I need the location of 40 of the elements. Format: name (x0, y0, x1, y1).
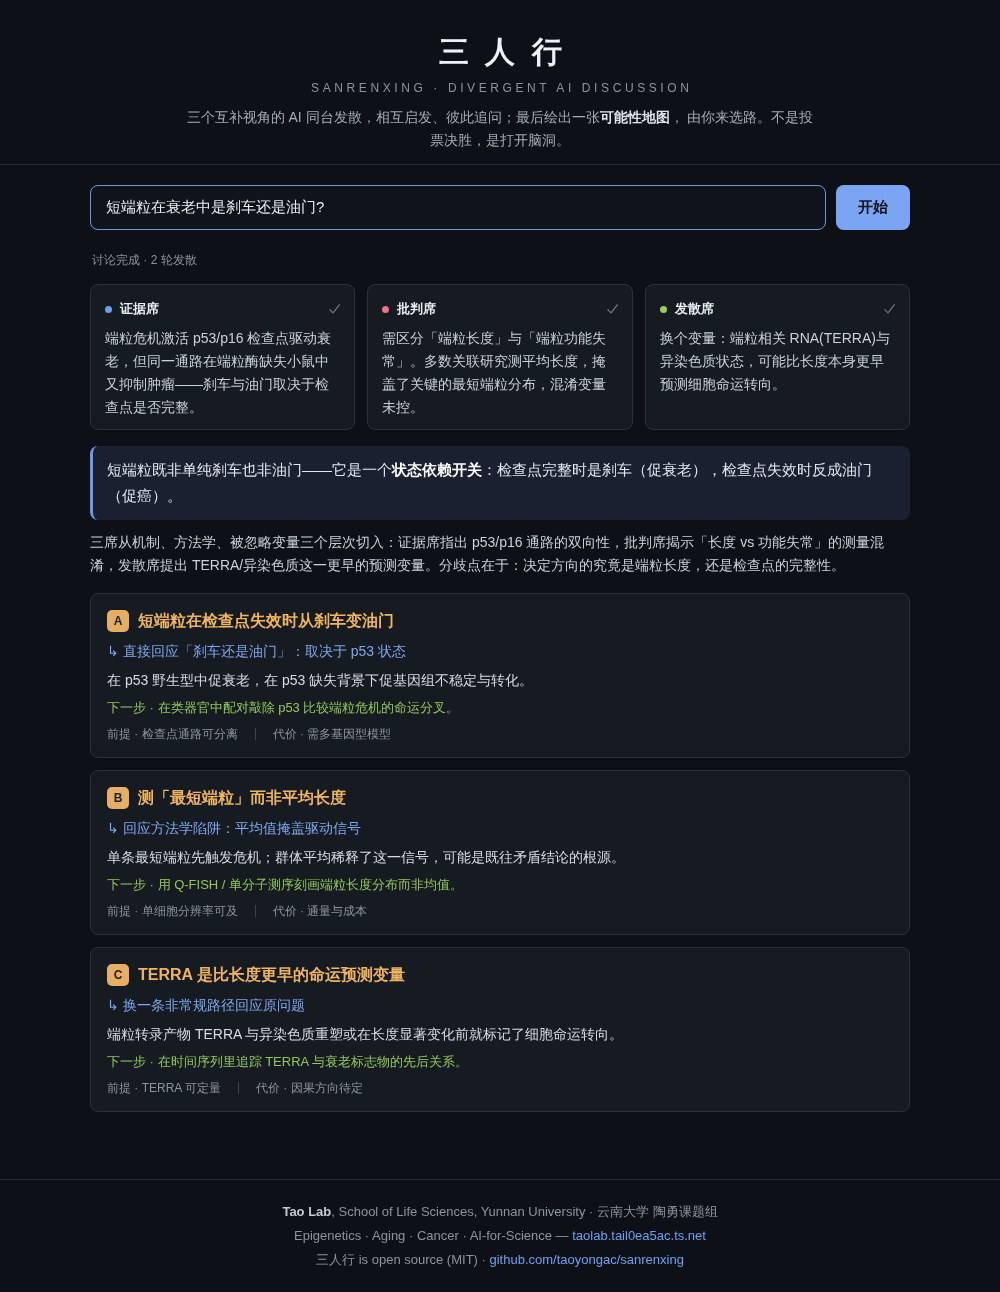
claim-text: 在 p53 野生型中促衰老，在 p53 缺失背景下促基因组不稳定与转化。 (107, 672, 534, 688)
seat-text: 需区分「端粒长度」与「端粒功能失常」。多数关联研究测平均长度，掩盖了关键的最短端粒分布，混淆变量未控。 (382, 329, 608, 417)
premise-text: 前提 · 单细胞分辨率可及 (107, 903, 238, 920)
next-step-text: 下一步 · 在时间序列里追踪 TERRA 与衰老标志物的先后关系。 (107, 1054, 469, 1069)
option-letter: B (107, 787, 129, 809)
option-title: 测「最短端粒」而非平均长度 (138, 788, 346, 808)
summary-text: 三席从机制、方法学、被忽略变量三个层次切入：证据席指出 p53/p16 通路的双向性，批判席揭示「长度 vs 功能失常」的测量混淆，发散席提出 TERRA/异染色质这一更早的预测变量。分歧点在于：决定方向的究竟是端粒长度，还是检查点的完整性。 (90, 533, 886, 575)
credit-text: Tao Lab, School of Life Sciences, Yunnan University · 云南大学 陶勇课题组 (282, 1204, 718, 1219)
site-link[interactable]: taolab.tail0ea5ac.ts.net (572, 1228, 706, 1243)
question-input[interactable]: 短端粒在衰老中是刹车还是油门? (90, 185, 826, 230)
next-step-text: 下一步 · 在类器官中配对敲除 p53 比较端粒危机的命运分叉。 (107, 700, 460, 715)
app-subtitle: SANRENXING · DIVERGENT AI DISCUSSION (310, 80, 693, 96)
seat-text: 换个变量：端粒相关 RNA(TERRA)与异染色质状态，可能比长度本身更早预测细胞命运转向。 (659, 329, 891, 394)
response-text: ↳ 直接回应「刹车还是油门」：取决于 p53 状态 (107, 643, 407, 659)
premise-text: 前提 · TERRA 可定量 (107, 1080, 221, 1097)
seat-name: 发散席 (674, 300, 714, 318)
seat-name: 批判席 (397, 300, 437, 318)
verdict-text: 短端粒既非单纯刹车也非油门——它是一个状态依赖开关：检查点完整时是刹车（促衰老），检查点失效时反成油门（促癌）。 (107, 460, 873, 506)
response-text: ↳ 换一条非常规路径回应原问题 (107, 997, 305, 1013)
seat-text: 端粒危机激活 p53/p16 检查点驱动衰老，但同一通路在端粒酶缺失小鼠中又抑制肿瘤——刹车与油门取决于检查点是否完整。 (105, 329, 333, 417)
option-letter: A (107, 610, 129, 632)
claim-text: 单条最短端粒先触发危机；群体平均稀释了这一信号，可能是既往矛盾结论的根源。 (107, 849, 625, 865)
seat-name: 证据席 (120, 300, 159, 318)
cost-text: 代价 · 因果方向待定 (256, 1080, 363, 1097)
claim-text: 端粒转录产物 TERRA 与异染色质重塑或在长度显著变化前就标记了细胞命运转向。 (107, 1026, 624, 1042)
next-step-text: 下一步 · 用 Q-FISH / 单分子测序刻画端粒长度分布而非均值。 (107, 877, 464, 892)
license-text: 三人行 is open source (MIT) · (316, 1252, 486, 1267)
status-text: 讨论完成 · 2 轮发散 (92, 253, 197, 267)
option-title: 短端粒在检查点失效时从刹车变油门 (138, 611, 394, 631)
app-title: 三人行 (437, 34, 578, 70)
cost-text: 代价 · 通量与成本 (272, 903, 368, 920)
start-button[interactable]: 开始 (836, 185, 910, 230)
option-title: TERRA 是比长度更早的命运预测变量 (138, 965, 405, 985)
cost-text: 代价 · 需多基因型模型 (272, 726, 392, 743)
premise-text: 前提 · 检查点通路可分离 (107, 726, 238, 743)
option-letter: C (107, 964, 129, 986)
response-text: ↳ 回应方法学陷阱：平均值掩盖驱动信号 (107, 820, 361, 836)
repo-link[interactable]: github.com/taoyongac/sanrenxing (489, 1252, 684, 1267)
tagline-text: 三个互补视角的 AI 同台发散，相互启发、彼此追问；最后绘出一张可能性地图， 由你来选路。不是投票决胜，是打开脑洞。 (185, 108, 815, 150)
topics-text: Epigenetics · Aging · Cancer · AI-for-Science — (294, 1228, 569, 1243)
